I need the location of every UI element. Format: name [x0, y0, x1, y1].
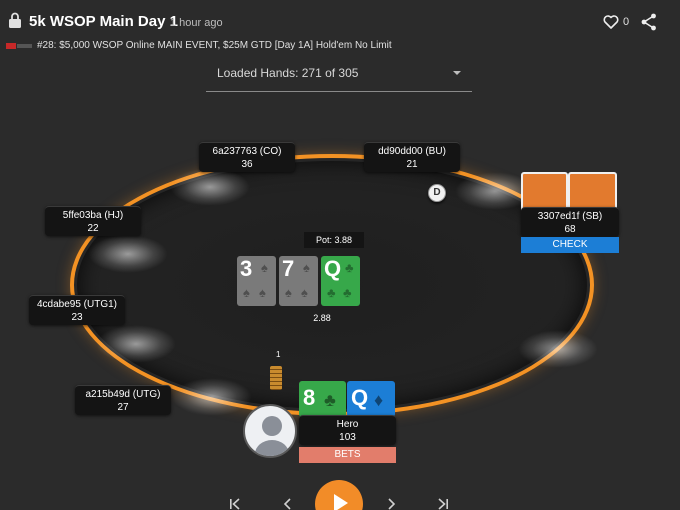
- card-rank: Q: [324, 256, 342, 281]
- seat-stack: 21: [406, 159, 418, 170]
- seat-name: a215b49d (UTG): [85, 389, 161, 400]
- card-rank: Q: [351, 385, 369, 410]
- chevron-down-icon: [453, 71, 461, 75]
- seat-light: [172, 378, 252, 416]
- card-back: [568, 172, 617, 212]
- seat-name: 5ffe03ba (HJ): [62, 210, 124, 221]
- play-button[interactable]: [315, 480, 363, 510]
- seat-stack: 27: [117, 402, 129, 413]
- spade-icon: ♠: [259, 285, 266, 300]
- seat-light: [518, 330, 598, 368]
- board-card: 7 ♠ ♠ ♠: [279, 256, 318, 306]
- seat-stack: 68: [564, 224, 576, 235]
- seat-hero[interactable]: Hero 103: [299, 415, 396, 445]
- tournament-subtitle: #28: $5,000 WSOP Online MAIN EVENT, $25M…: [37, 40, 392, 51]
- seat-name: dd90dd00 (BU): [378, 146, 446, 157]
- board-card: Q ♣ ♣ ♣: [321, 256, 360, 306]
- seat-co[interactable]: 6a237763 (CO) 36: [199, 142, 295, 172]
- card-rank: 8: [303, 385, 316, 410]
- pot-label: Pot: 3.88: [304, 232, 364, 248]
- pot-amount: 2.88: [313, 313, 331, 323]
- action-badge-bets: BETS: [299, 447, 396, 463]
- prev-icon[interactable]: [283, 498, 293, 510]
- hero-card: Q ♦: [347, 381, 395, 417]
- seat-utg1[interactable]: 4cdabe95 (UTG1) 23: [29, 295, 125, 325]
- seat-name: Hero: [336, 419, 359, 430]
- board-card: 3 ♠ ♠ ♠: [237, 256, 276, 306]
- club-icon: ♣: [324, 390, 336, 410]
- play-icon: [334, 494, 348, 510]
- share-icon[interactable]: [641, 13, 657, 31]
- seat-stack: 23: [71, 312, 83, 323]
- diamond-icon: ♦: [374, 390, 384, 410]
- heart-icon[interactable]: [603, 14, 619, 30]
- seat-name: 4cdabe95 (UTG1): [36, 299, 118, 310]
- card-rank: 3: [240, 256, 253, 281]
- page-title: 5k WSOP Main Day 1: [29, 13, 178, 30]
- skip-end-icon[interactable]: [437, 498, 449, 510]
- avatar: [243, 404, 297, 458]
- spade-icon: ♠: [243, 285, 250, 300]
- user-icon: [255, 416, 289, 456]
- club-icon: ♣: [343, 285, 352, 300]
- seat-utg[interactable]: a215b49d (UTG) 27: [75, 385, 171, 415]
- action-badge-check: CHECK: [521, 237, 619, 253]
- seat-name: 6a237763 (CO): [212, 146, 282, 157]
- like-count: 0: [623, 16, 630, 28]
- club-icon: ♣: [345, 260, 354, 275]
- spade-icon: ♠: [301, 285, 308, 300]
- lock-icon: [9, 12, 21, 28]
- loaded-hands-label: Loaded Hands: 271 of 305: [217, 66, 359, 80]
- club-icon: ♣: [327, 285, 336, 300]
- seat-sb[interactable]: 3307ed1f (SB) 68: [521, 207, 619, 237]
- card-back: [521, 172, 568, 212]
- loaded-hands-select[interactable]: Loaded Hands: 271 of 305: [206, 60, 472, 92]
- next-icon[interactable]: [386, 498, 396, 510]
- site-logo: [6, 43, 32, 49]
- seat-bu[interactable]: dd90dd00 (BU) 21: [364, 142, 460, 172]
- seat-light: [88, 235, 168, 273]
- bet-chip-count: 1: [276, 350, 281, 359]
- hero-card: 8 ♣: [299, 381, 346, 417]
- timestamp: 1 hour ago: [170, 17, 223, 29]
- spade-icon: ♠: [285, 285, 292, 300]
- spade-icon: ♠: [261, 260, 268, 275]
- seat-stack: 22: [87, 223, 99, 234]
- card-rank: 7: [282, 256, 295, 281]
- seat-light: [96, 325, 176, 363]
- seat-stack: 36: [241, 159, 253, 170]
- spade-icon: ♠: [303, 260, 310, 275]
- skip-start-icon[interactable]: [229, 498, 241, 510]
- chip-stack-icon: [270, 366, 282, 390]
- seat-stack: 103: [339, 432, 356, 443]
- header: 5k WSOP Main Day 1 1 hour ago 0 #28: $5,…: [0, 0, 680, 60]
- seat-light: [170, 168, 250, 206]
- dealer-button: D: [428, 184, 446, 202]
- seat-hj[interactable]: 5ffe03ba (HJ) 22: [45, 206, 141, 236]
- seat-name: 3307ed1f (SB): [537, 211, 603, 222]
